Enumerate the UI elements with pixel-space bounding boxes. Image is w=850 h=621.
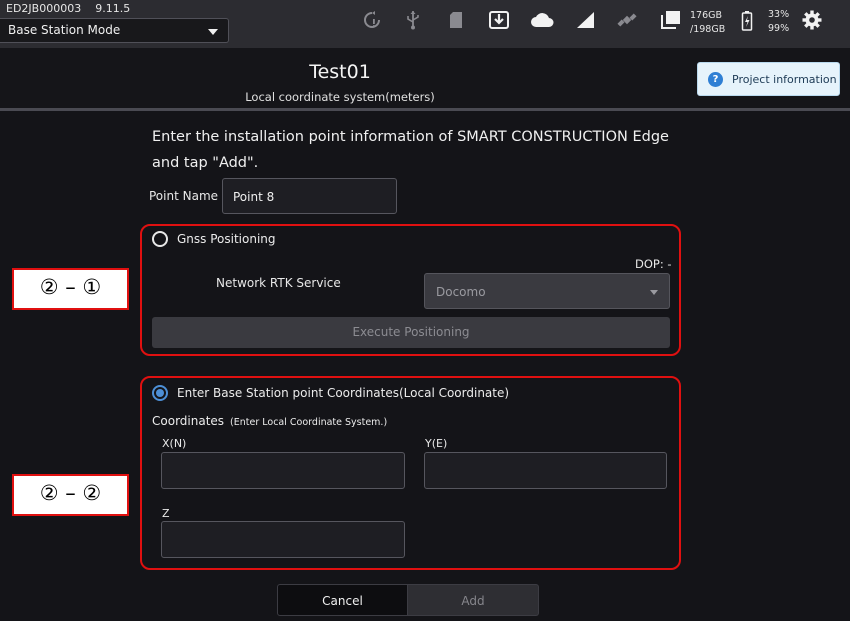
device-id: ED2JB000003 [6,2,82,15]
status-bar: ED2JB000003 9.11.5 Base Station Mode 176… [0,0,850,48]
mode-select-value: Base Station Mode [8,23,121,37]
instruction-text: Enter the installation point information… [152,129,669,171]
battery-level-2: 99% [768,23,790,34]
device-info: ED2JB000003 9.11.5 [6,2,130,15]
sd-card-icon [450,12,462,28]
usb-icon [407,11,419,30]
download-icon [489,11,509,29]
copy-icon [661,11,680,29]
battery-level-1: 33% [768,9,790,20]
cloud-icon [531,13,554,27]
satellite-icon [617,13,637,27]
sync-alert-icon [364,11,380,28]
highlight-box-coordinates [140,376,681,570]
project-information-label: Project information [732,73,837,86]
storage-readout: 176GB /198GB [690,9,725,37]
app-version: 9.11.5 [95,2,131,15]
cancel-button[interactable]: Cancel [277,584,408,616]
chevron-down-icon [208,29,218,35]
storage-total: /198GB [690,24,726,35]
gear-icon[interactable] [802,10,822,30]
storage-used: 176GB [690,10,723,21]
project-information-button[interactable]: ? Project information [697,62,840,96]
callout-label-2-2: ② – ② [12,474,129,516]
page-subtitle: Local coordinate system(meters) [245,90,435,104]
battery-readout: 33% 99% [768,8,789,36]
mode-select[interactable]: Base Station Mode [0,18,229,43]
help-icon: ? [708,72,723,87]
add-button[interactable]: Add [408,584,539,616]
callout-label-2-1: ② – ① [12,268,129,310]
battery-icon [741,11,753,31]
point-name-input[interactable]: Point 8 [222,178,397,214]
page-title: Test01 [309,61,371,83]
highlight-box-gnss [140,224,681,356]
signal-icon [577,12,594,28]
point-name-label: Point Name [149,189,219,203]
